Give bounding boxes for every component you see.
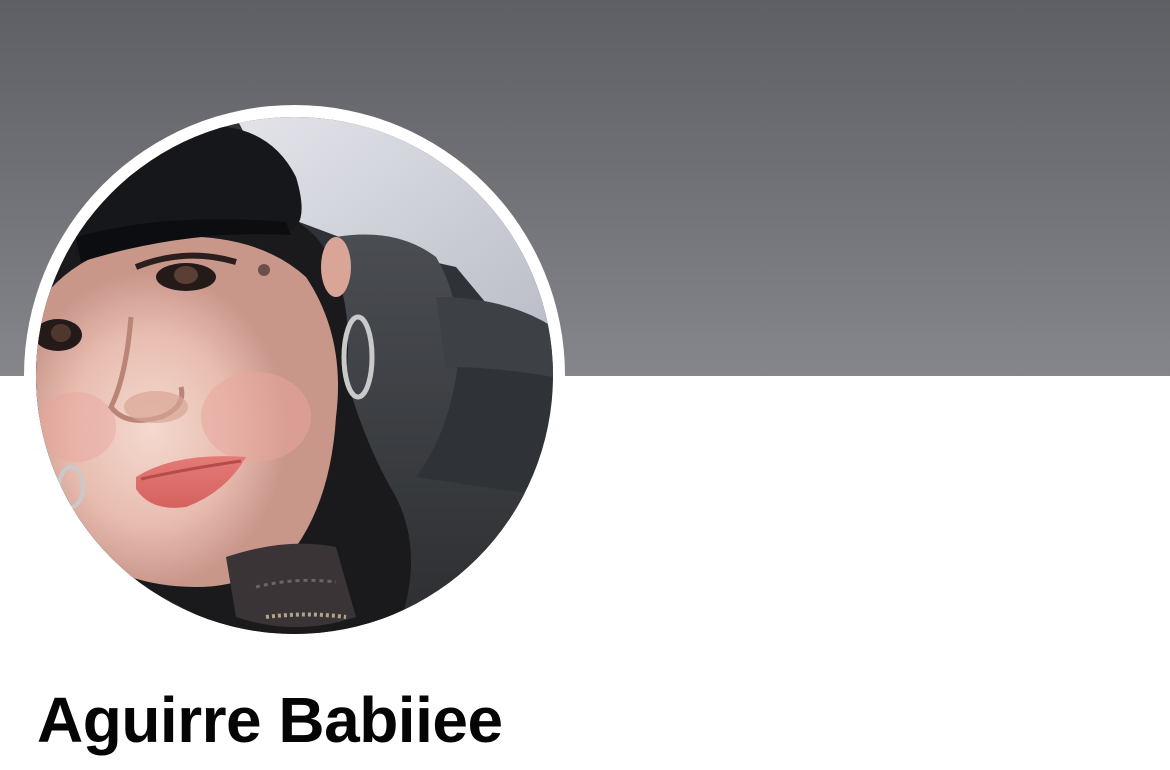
- profile-photo-image: [36, 117, 553, 634]
- profile-page: Aguirre Babiiee: [0, 0, 1170, 770]
- profile-photo[interactable]: [36, 117, 553, 634]
- profile-name: Aguirre Babiiee: [37, 684, 503, 756]
